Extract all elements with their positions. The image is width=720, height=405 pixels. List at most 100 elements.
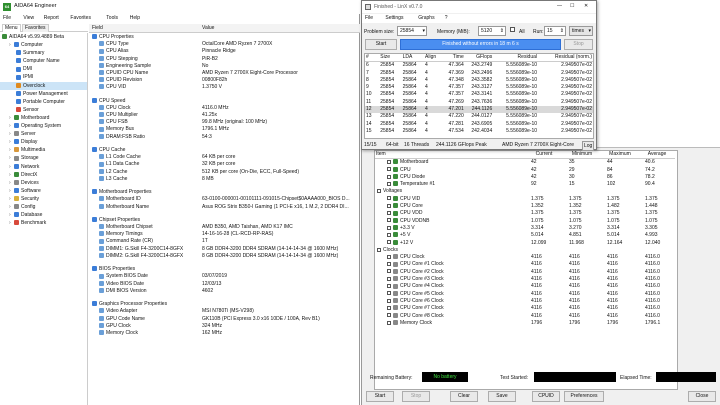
sensor-checkbox[interactable]: [387, 254, 391, 259]
sensor-checkbox[interactable]: [387, 159, 391, 164]
property-row[interactable]: CPU Alias Pinnacle Ridge: [89, 48, 360, 55]
sensor-checkbox[interactable]: [387, 240, 391, 245]
preferences-button[interactable]: Preferences: [564, 391, 604, 402]
tab-favorites[interactable]: Favorites: [22, 24, 49, 32]
linx-result-row[interactable]: 10 25854 25864 4 47.357 243.3141 5.556089e-10 2…: [365, 91, 593, 98]
property-row[interactable]: CPUID Revision 00800F82h: [89, 77, 360, 84]
close-button[interactable]: Close: [688, 391, 716, 402]
property-row[interactable]: Memory Clock 162 MHz: [89, 330, 360, 337]
linx-col-header[interactable]: Align: [424, 54, 442, 62]
tree-item-config[interactable]: › Config: [0, 203, 87, 211]
memory-input[interactable]: 5120 ⇕: [478, 26, 506, 36]
tree-item-power-management[interactable]: Power Management: [0, 90, 87, 98]
property-row[interactable]: System BIOS Date 03/07/2019: [89, 273, 360, 280]
linx-col-header[interactable]: Time: [442, 54, 464, 62]
property-row[interactable]: Memory Timings 14-16-16-28 (CL-RCD-RP-RAS…: [89, 231, 360, 238]
property-row[interactable]: CPU FSB 99.8 MHz (original: 100 MHz): [89, 119, 360, 126]
sensor-group-row[interactable]: Voltages: [375, 188, 675, 195]
tree-item-sensor[interactable]: Sensor: [0, 106, 87, 114]
sensor-row[interactable]: CPU Core #7 Clock 4116 4116 4116 4116.0: [375, 305, 675, 312]
property-row[interactable]: GPU Code Name GK110B (PCI Express 3.0 x16…: [89, 316, 360, 323]
linx-col-header[interactable]: LDA: [402, 54, 424, 62]
sensor-checkbox[interactable]: [387, 298, 391, 303]
sensor-checkbox[interactable]: [387, 211, 391, 216]
menu-report[interactable]: Report: [44, 14, 59, 23]
property-row[interactable]: L2 Cache 512 KB per core (On-Die, ECC, Fu…: [89, 169, 360, 176]
value-column-header[interactable]: Value: [202, 24, 214, 33]
sensor-row[interactable]: CPU Core 1.352 1.352 1.482 1.448: [375, 203, 675, 210]
linx-menu-graphs[interactable]: Graphs: [418, 14, 434, 23]
sensor-row[interactable]: +12 V 12.099 11.968 12.164 12.040: [375, 240, 675, 247]
sensor-checkbox[interactable]: [387, 269, 391, 274]
tree-item-overclock[interactable]: Overclock: [0, 81, 87, 90]
tree-item-network[interactable]: › Network: [0, 163, 87, 171]
property-row[interactable]: Motherboard Chipset AMD B350, AMD Taishan…: [89, 224, 360, 231]
property-row[interactable]: L1 Data Cache 32 KB per core: [89, 161, 360, 168]
menu-help[interactable]: Help: [130, 14, 140, 23]
linx-menu-file[interactable]: File: [365, 14, 373, 23]
tree-item-aida64-v5-99-4889-beta[interactable]: AIDA64 v5.99.4889 Beta: [0, 33, 87, 41]
linx-start-button[interactable]: Start: [365, 39, 397, 50]
sensor-checkbox[interactable]: [387, 232, 391, 237]
sensor-row[interactable]: CPU Core #4 Clock 4116 4116 4116 4116.0: [375, 283, 675, 290]
tab-menu[interactable]: Menu: [2, 24, 21, 32]
property-row[interactable]: CPUID CPU Name AMD Ryzen 7 2700X Eight-Co…: [89, 70, 360, 77]
linx-col-header[interactable]: Residual (norm.): [538, 54, 593, 62]
linx-result-row[interactable]: 11 25854 25864 4 47.269 243.7636 5.556089e-10 2…: [365, 99, 593, 106]
linx-result-row[interactable]: 15 25854 25864 4 47.534 242.4034 5.556089e-10 2…: [365, 128, 593, 135]
property-row[interactable]: CPU VID 1.3750 V: [89, 84, 360, 91]
sensor-checkbox[interactable]: [387, 262, 391, 267]
sensor-checkbox[interactable]: [387, 313, 391, 318]
tree-item-server[interactable]: › Server: [0, 130, 87, 138]
close-button[interactable]: ✕: [584, 3, 588, 9]
tree-item-computer-name[interactable]: Computer Name: [0, 57, 87, 65]
sensor-checkbox[interactable]: [387, 291, 391, 296]
property-row[interactable]: Motherboard ID 63-0100-000001-00101111-09…: [89, 196, 360, 203]
all-checkbox[interactable]: [510, 27, 515, 32]
linx-menu-settings[interactable]: Settings: [385, 14, 403, 23]
menu-favorites[interactable]: Favorites: [70, 14, 91, 23]
tree-item-dmi[interactable]: DMI: [0, 65, 87, 73]
sensor-row[interactable]: CPU Core #1 Clock 4116 4116 4116 4116.0: [375, 261, 675, 268]
linx-result-row[interactable]: 7 25854 25864 4 47.369 243.2496 5.556089e-10 2.…: [365, 70, 593, 77]
stop-button[interactable]: Stop: [402, 391, 430, 402]
property-row[interactable]: DIMM2: G.Skill F4-3200C14-8GFX 8 GB DDR4-…: [89, 253, 360, 260]
sensor-row[interactable]: CPU Core #2 Clock 4116 4116 4116 4116.0: [375, 269, 675, 276]
linx-result-row[interactable]: 13 25854 25864 4 47.220 244.0127 5.556089e-10 2…: [365, 113, 593, 120]
linx-col-header[interactable]: Residual: [493, 54, 538, 62]
sensor-row[interactable]: CPU VID 1.375 1.375 1.375 1.375: [375, 196, 675, 203]
property-row[interactable]: Command Rate (CR) 1T: [89, 238, 360, 245]
linx-stop-button[interactable]: Stop: [564, 39, 593, 50]
sensor-row[interactable]: CPU Diode 42 30 86 78.2: [375, 174, 675, 181]
linx-col-header[interactable]: Size: [379, 54, 401, 62]
linx-result-row[interactable]: 14 25854 25864 4 47.281 243.6905 5.556089e-10 2…: [365, 121, 593, 128]
log-button[interactable]: Log: [582, 141, 595, 151]
sensor-row[interactable]: CPU Core #6 Clock 4116 4116 4116 4116.0: [375, 298, 675, 305]
tree-item-directx[interactable]: › DirectX: [0, 171, 87, 179]
maximize-button[interactable]: ☐: [570, 3, 574, 9]
tree-item-operating-system[interactable]: › Operating System: [0, 122, 87, 130]
sensor-col-header[interactable]: Maximum: [601, 151, 639, 159]
property-row[interactable]: GPU Clock 324 MHz: [89, 323, 360, 330]
sensor-col-header[interactable]: Item: [375, 151, 525, 159]
sensor-checkbox[interactable]: [387, 305, 391, 310]
sensor-col-header[interactable]: Current: [525, 151, 563, 159]
linx-col-header[interactable]: #: [365, 54, 379, 62]
tree-item-multimedia[interactable]: › Multimedia: [0, 146, 87, 154]
linx-result-row[interactable]: 9 25854 25864 4 47.357 243.3127 5.556089e-10 2.…: [365, 84, 593, 91]
menu-view[interactable]: View: [23, 14, 34, 23]
sensor-row[interactable]: CPU Core #3 Clock 4116 4116 4116 4116.0: [375, 276, 675, 283]
sensor-row[interactable]: +3.3 V 3.314 3.270 3.314 3.305: [375, 225, 675, 232]
tree-item-portable-computer[interactable]: Portable Computer: [0, 98, 87, 106]
property-row[interactable]: Memory Bus 1796.1 MHz: [89, 126, 360, 133]
field-column-header[interactable]: Field: [92, 24, 103, 33]
menu-tools[interactable]: Tools: [106, 14, 118, 23]
sensor-group-row[interactable]: Clocks: [375, 247, 675, 254]
tree-item-devices[interactable]: › Devices: [0, 179, 87, 187]
property-row[interactable]: DIMM1: G.Skill F4-3200C14-8GFX 8 GB DDR4-…: [89, 246, 360, 253]
minimize-button[interactable]: —: [557, 3, 562, 9]
sensor-row[interactable]: CPU 42 29 84 74.2: [375, 167, 675, 174]
sensor-row[interactable]: CPU Core #5 Clock 4116 4116 4116 4116.0: [375, 291, 675, 298]
sensor-checkbox[interactable]: [387, 203, 391, 208]
sensor-row[interactable]: Memory Clock 1796 1796 1796 1796.1: [375, 320, 675, 327]
